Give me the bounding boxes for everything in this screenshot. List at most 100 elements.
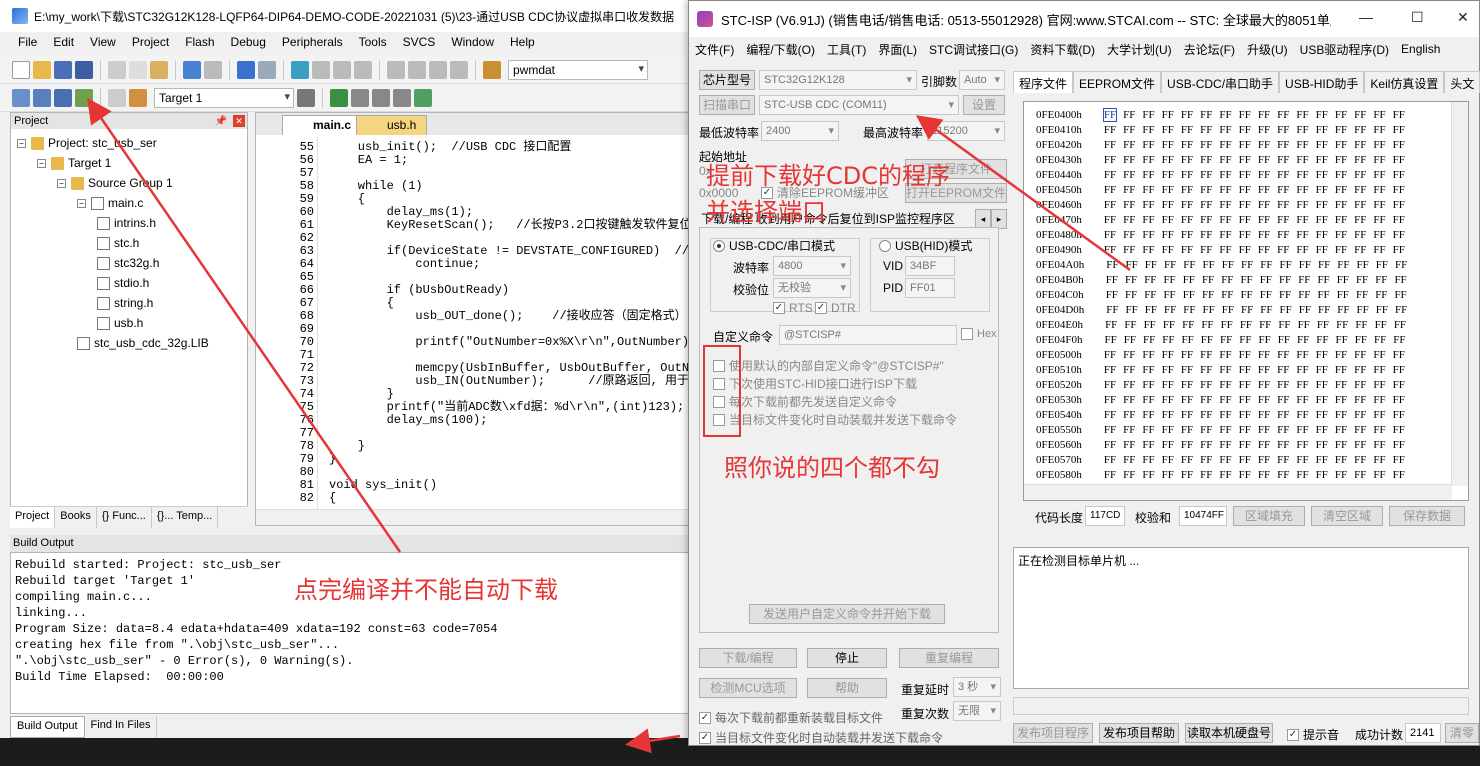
hex-byte[interactable]: FF bbox=[1296, 454, 1308, 466]
hex-byte[interactable]: FF bbox=[1104, 229, 1116, 241]
hex-byte[interactable]: FF bbox=[1296, 409, 1308, 421]
tab-find-in-files[interactable]: Find In Files bbox=[85, 716, 158, 738]
hex-byte[interactable]: FF bbox=[1201, 319, 1213, 331]
hex-byte[interactable]: FF bbox=[1394, 319, 1406, 331]
back-icon[interactable] bbox=[237, 60, 255, 79]
option-auto-load-send[interactable]: 当目标文件变化时自动装载并发送下载命令 bbox=[713, 411, 957, 428]
hex-byte[interactable]: FF bbox=[1335, 454, 1347, 466]
hex-byte[interactable]: FF bbox=[1219, 394, 1231, 406]
hex-byte[interactable]: FF bbox=[1123, 454, 1135, 466]
hex-byte[interactable]: FF bbox=[1162, 244, 1174, 256]
hex-byte[interactable]: FF bbox=[1354, 424, 1366, 436]
hex-byte[interactable]: FF bbox=[1395, 259, 1407, 271]
hex-byte[interactable]: FF bbox=[1393, 244, 1405, 256]
hex-byte[interactable]: FF bbox=[1200, 139, 1212, 151]
hex-byte[interactable]: FF bbox=[1200, 409, 1212, 421]
hex-byte[interactable]: FF bbox=[1104, 244, 1116, 256]
stc-menu-upgrade[interactable]: 升级(U) bbox=[1247, 41, 1294, 58]
tree-item[interactable]: stc32g.h bbox=[97, 253, 159, 273]
hex-byte[interactable]: FF bbox=[1181, 139, 1193, 151]
hex-byte[interactable]: FF bbox=[1202, 274, 1214, 286]
hex-byte[interactable]: FF bbox=[1356, 289, 1368, 301]
hex-byte[interactable]: FF bbox=[1123, 199, 1135, 211]
manage-components-icon[interactable] bbox=[330, 88, 348, 107]
hex-byte[interactable]: FF bbox=[1219, 109, 1231, 121]
hex-byte[interactable]: FF bbox=[1162, 349, 1174, 361]
hex-byte[interactable]: FF bbox=[1124, 334, 1136, 346]
hex-byte[interactable]: FF bbox=[1373, 244, 1385, 256]
uncomment-icon[interactable] bbox=[450, 60, 468, 79]
hex-byte[interactable]: FF bbox=[1335, 439, 1347, 451]
hex-byte[interactable]: FF bbox=[1296, 469, 1308, 481]
hex-byte[interactable]: FF bbox=[1373, 349, 1385, 361]
hex-byte[interactable]: FF bbox=[1337, 259, 1349, 271]
hex-byte[interactable]: FF bbox=[1373, 169, 1385, 181]
target-combo[interactable]: Target 1 bbox=[154, 87, 294, 108]
hex-byte[interactable]: FF bbox=[1219, 229, 1231, 241]
hex-byte[interactable]: FF bbox=[1258, 169, 1270, 181]
hex-byte[interactable]: FF bbox=[1142, 424, 1154, 436]
stop-build-icon[interactable] bbox=[108, 88, 126, 107]
hex-byte[interactable]: FF bbox=[1239, 364, 1251, 376]
hex-byte[interactable]: FF bbox=[1318, 304, 1330, 316]
hex-byte[interactable]: FF bbox=[1317, 289, 1329, 301]
hex-byte[interactable]: FF bbox=[1335, 364, 1347, 376]
publish-help-button[interactable]: 发布项目帮助 bbox=[1099, 723, 1179, 743]
clear-bookmark-icon[interactable] bbox=[354, 60, 372, 79]
code-line[interactable]: delay_ms(100); bbox=[329, 414, 488, 427]
hex-byte[interactable]: FF bbox=[1104, 424, 1116, 436]
hex-byte[interactable]: FF bbox=[1123, 214, 1135, 226]
find-combo[interactable]: pwmdat bbox=[508, 59, 648, 80]
hex-byte[interactable]: FF bbox=[1354, 214, 1366, 226]
hex-check[interactable]: Hex bbox=[961, 328, 997, 340]
hex-byte[interactable]: FF bbox=[1393, 334, 1405, 346]
hid-mode-radio[interactable]: USB(HID)模式 bbox=[879, 237, 972, 254]
hex-byte[interactable]: FF bbox=[1373, 154, 1385, 166]
copy-icon[interactable] bbox=[129, 60, 147, 79]
hex-byte[interactable]: FF bbox=[1102, 108, 1118, 122]
hex-byte[interactable]: FF bbox=[1279, 274, 1291, 286]
hex-byte[interactable]: FF bbox=[1162, 169, 1174, 181]
save-icon[interactable] bbox=[54, 60, 72, 79]
save-all-icon[interactable] bbox=[75, 60, 93, 79]
hex-byte[interactable]: FF bbox=[1200, 184, 1212, 196]
hex-byte[interactable]: FF bbox=[1239, 379, 1251, 391]
hex-byte[interactable]: FF bbox=[1219, 364, 1231, 376]
hex-byte[interactable]: FF bbox=[1354, 409, 1366, 421]
hex-byte[interactable]: FF bbox=[1259, 319, 1271, 331]
menu-file[interactable]: File bbox=[10, 35, 45, 49]
hex-byte[interactable]: FF bbox=[1181, 244, 1193, 256]
hex-byte[interactable]: FF bbox=[1394, 274, 1406, 286]
hex-byte[interactable]: FF bbox=[1181, 229, 1193, 241]
hex-byte[interactable]: FF bbox=[1181, 124, 1193, 136]
hex-byte[interactable]: FF bbox=[1181, 154, 1193, 166]
hex-byte[interactable]: FF bbox=[1354, 244, 1366, 256]
menu-debug[interactable]: Debug bbox=[223, 35, 274, 49]
paste-icon[interactable] bbox=[150, 60, 168, 79]
reload-before-download-check[interactable]: ✓ 每次下载前都重新装载目标文件 bbox=[699, 709, 883, 726]
hex-byte[interactable]: FF bbox=[1181, 334, 1193, 346]
hex-byte[interactable]: FF bbox=[1104, 469, 1116, 481]
hex-byte[interactable]: FF bbox=[1258, 454, 1270, 466]
hex-byte[interactable]: FF bbox=[1354, 169, 1366, 181]
hex-byte[interactable]: FF bbox=[1181, 364, 1193, 376]
stc-menu-english[interactable]: English bbox=[1401, 42, 1446, 56]
hex-byte[interactable]: FF bbox=[1277, 199, 1289, 211]
hex-byte[interactable]: FF bbox=[1258, 184, 1270, 196]
hex-byte[interactable]: FF bbox=[1373, 199, 1385, 211]
hex-byte[interactable]: FF bbox=[1393, 424, 1405, 436]
hex-byte[interactable]: FF bbox=[1298, 319, 1310, 331]
hex-byte[interactable]: FF bbox=[1354, 109, 1366, 121]
hex-byte[interactable]: FF bbox=[1296, 214, 1308, 226]
hex-byte[interactable]: FF bbox=[1104, 364, 1116, 376]
hex-byte[interactable]: FF bbox=[1373, 454, 1385, 466]
hex-byte[interactable]: FF bbox=[1373, 379, 1385, 391]
hex-byte[interactable]: FF bbox=[1373, 469, 1385, 481]
parity-select[interactable]: 无校验 bbox=[773, 278, 851, 298]
bookmark-icon[interactable] bbox=[291, 60, 309, 79]
hex-byte[interactable]: FF bbox=[1219, 169, 1231, 181]
hex-byte[interactable]: FF bbox=[1375, 319, 1387, 331]
hex-byte[interactable]: FF bbox=[1181, 469, 1193, 481]
hex-byte[interactable]: FF bbox=[1183, 259, 1195, 271]
hex-byte[interactable]: FF bbox=[1241, 259, 1253, 271]
